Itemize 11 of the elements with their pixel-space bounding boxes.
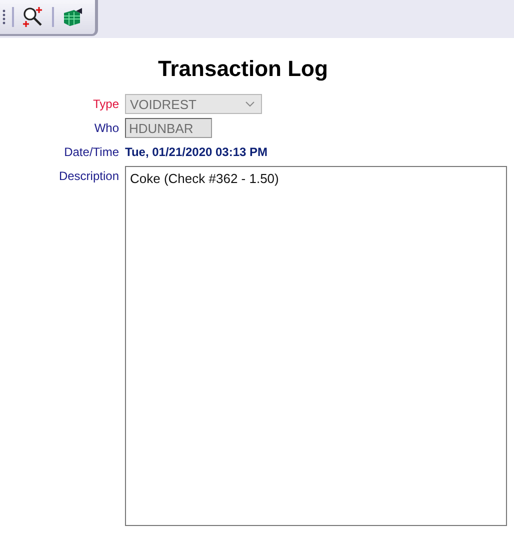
field-label: Type	[92, 96, 119, 113]
field-label: Description	[58, 168, 119, 185]
zoom-in-icon	[22, 6, 44, 28]
description-field[interactable]: Coke (Check #362 - 1.50)	[125, 166, 507, 526]
chevron-down-icon	[245, 101, 255, 107]
grip-icon	[2, 8, 6, 26]
page-title: Transaction Log	[158, 56, 329, 82]
spreadsheet-icon	[62, 7, 84, 27]
field-value: Tue, 01/21/2020 03:13 PM	[125, 144, 269, 161]
field-label: Who	[93, 120, 119, 137]
field-label: Date/Time	[63, 144, 119, 161]
